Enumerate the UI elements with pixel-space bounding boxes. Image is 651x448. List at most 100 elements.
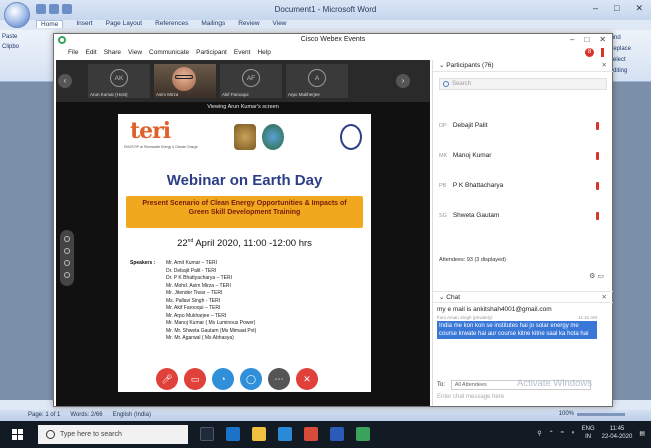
tab-review[interactable]: Review xyxy=(238,20,259,28)
thumbnails-prev-icon[interactable]: ‹ xyxy=(58,74,72,88)
tab-mailings[interactable]: Mailings xyxy=(201,20,225,28)
menu-share[interactable]: Share xyxy=(104,47,121,59)
muted-mic-icon[interactable] xyxy=(596,152,599,160)
video-button[interactable]: ▭ xyxy=(184,368,206,390)
participant-thumbnail[interactable]: AF Akif Farooqui xyxy=(220,64,282,98)
chat-input[interactable]: Enter chat message here xyxy=(437,394,607,400)
minimize-icon[interactable]: – xyxy=(593,3,598,14)
menu-event[interactable]: Event xyxy=(234,47,251,59)
mute-button[interactable]: 🎤︎ xyxy=(156,368,178,390)
task-view-icon[interactable] xyxy=(200,427,214,441)
tab-references[interactable]: References xyxy=(155,20,188,28)
word-ribbon-tabs: Home Insert Page Layout References Maili… xyxy=(36,20,287,28)
status-page[interactable]: Page: 1 of 1 xyxy=(28,412,60,419)
slide-date: 22nd April 2020, 11:00 -12:00 hrs xyxy=(118,238,371,249)
status-language[interactable]: English (India) xyxy=(113,412,151,419)
word-title: Document1 - Microsoft Word xyxy=(274,5,377,14)
participant-name: Shweta Gautam xyxy=(452,212,500,219)
close-icon[interactable]: ✕ xyxy=(599,34,606,46)
file-explorer-icon[interactable] xyxy=(252,427,266,441)
webex-icon[interactable] xyxy=(356,427,370,441)
participant-initials: SG xyxy=(439,213,447,219)
taskbar-search-input[interactable]: Type here to search xyxy=(38,425,188,444)
chat-button[interactable]: ◯ xyxy=(240,368,262,390)
participant-search-input[interactable]: Search xyxy=(439,78,607,90)
participants-header[interactable]: ⌄ Participants (76) ✕ xyxy=(433,60,613,72)
volume-icon[interactable]: ◖ xyxy=(571,430,575,436)
activate-windows-watermark: Activate Windows xyxy=(517,378,592,389)
tab-insert[interactable]: Insert xyxy=(76,20,92,28)
close-icon[interactable]: ✕ xyxy=(635,3,643,14)
notification-badge[interactable]: 8 xyxy=(585,48,594,57)
side-panels: ⌄ Participants (76) ✕ Search DP Debajit … xyxy=(432,60,613,406)
avatar: AF xyxy=(242,69,260,87)
windows-start-icon[interactable] xyxy=(12,429,24,441)
attendees-count[interactable]: Attendees: 93 (3 displayed) xyxy=(439,257,506,263)
tab-page-layout[interactable]: Page Layout xyxy=(106,20,143,28)
zoom-in-icon[interactable] xyxy=(64,248,70,254)
menu-view[interactable]: View xyxy=(128,47,142,59)
participant-video-thumbnail[interactable]: Asim Mirza xyxy=(154,64,216,98)
clipboard-group: Paste Clipbo xyxy=(2,32,52,52)
find-button[interactable]: Find xyxy=(609,33,649,44)
muted-mic-icon[interactable] xyxy=(596,122,599,130)
muted-mic-icon[interactable] xyxy=(596,182,599,190)
leave-meeting-button[interactable]: ✕ xyxy=(296,368,318,390)
up-arrow-icon[interactable]: ⌃ xyxy=(549,430,554,437)
edge-icon[interactable] xyxy=(226,427,240,441)
minimize-icon[interactable]: – xyxy=(570,34,574,46)
participant-row[interactable]: MK Manoj Kumar xyxy=(439,150,599,162)
shared-slide: teri ENVIS RP on Renewable Energy & Clim… xyxy=(118,114,371,392)
chat-timestamp: 11:41 AM xyxy=(578,315,597,320)
wifi-icon[interactable]: ≈ xyxy=(561,430,564,436)
ministry-emblem-icon xyxy=(262,124,284,150)
participant-row[interactable]: PB P K Bhattacharya xyxy=(439,180,599,192)
participant-thumbnail[interactable]: A Arpo Mukherjee xyxy=(286,64,348,98)
zoom-out-icon[interactable] xyxy=(64,260,70,266)
participant-row[interactable]: SG Shweta Gautam xyxy=(439,210,599,222)
chrome-icon[interactable] xyxy=(304,427,318,441)
participant-initials: MK xyxy=(439,153,448,159)
participants-button[interactable]: ◔ xyxy=(212,368,234,390)
maximize-icon[interactable]: □ xyxy=(584,34,589,46)
editing-label: Editing xyxy=(609,68,628,74)
store-icon[interactable] xyxy=(278,427,292,441)
zoom-level[interactable]: 100% xyxy=(559,411,574,417)
chat-messages: my e mail is ankitshah4001@gmail.com fro… xyxy=(433,306,605,372)
search-icon xyxy=(443,81,449,87)
clock-date: 22-04-2020 xyxy=(601,434,633,440)
thumbnail-name: Asim Mirza xyxy=(156,92,179,97)
close-panel-icon[interactable]: ✕ xyxy=(602,60,607,72)
participant-thumbnail[interactable]: AK Arun Kumar (Host) xyxy=(88,64,150,98)
select-button[interactable]: Select xyxy=(609,55,649,66)
status-words[interactable]: Words: 2/66 xyxy=(70,412,102,419)
replace-button[interactable]: Replace xyxy=(609,44,649,55)
tab-view[interactable]: View xyxy=(273,20,287,28)
chat-message-selected[interactable]: India me kon kon se institutes hai jo so… xyxy=(437,321,597,339)
participant-row[interactable]: DP Debajit Palit xyxy=(439,120,599,132)
more-options-button[interactable]: ⋯ xyxy=(268,368,290,390)
thumbnails-next-icon[interactable]: › xyxy=(396,74,410,88)
menu-edit[interactable]: Edit xyxy=(85,47,96,59)
maximize-icon[interactable]: □ xyxy=(614,3,619,14)
language-indicator[interactable]: ENG IN xyxy=(582,425,595,441)
notification-icon[interactable]: ▤ xyxy=(639,430,645,437)
tab-home[interactable]: Home xyxy=(36,20,64,28)
close-panel-icon[interactable]: ✕ xyxy=(602,292,607,304)
chat-header[interactable]: ⌄ Chat ✕ xyxy=(433,291,613,303)
menu-file[interactable]: File xyxy=(68,47,78,59)
people-icon[interactable]: ⚲ xyxy=(537,430,541,437)
muted-mic-icon[interactable] xyxy=(596,212,599,220)
menu-participant[interactable]: Participant xyxy=(196,47,227,59)
pointer-icon[interactable] xyxy=(64,236,70,242)
participant-video-face xyxy=(172,67,196,91)
word-icon[interactable] xyxy=(330,427,344,441)
paste-button[interactable]: Paste xyxy=(2,32,52,42)
menu-help[interactable]: Help xyxy=(257,47,270,59)
menu-communicate[interactable]: Communicate xyxy=(149,47,189,59)
speaker: Mr. Mohd. Asim Mirza – TERI xyxy=(166,282,231,289)
clock[interactable]: 11:45 22-04-2020 xyxy=(602,425,633,441)
zoom-slider[interactable] xyxy=(577,412,625,416)
participant-tools-icon[interactable]: ⚙ ▭ xyxy=(589,272,604,280)
fit-icon[interactable] xyxy=(64,272,70,278)
